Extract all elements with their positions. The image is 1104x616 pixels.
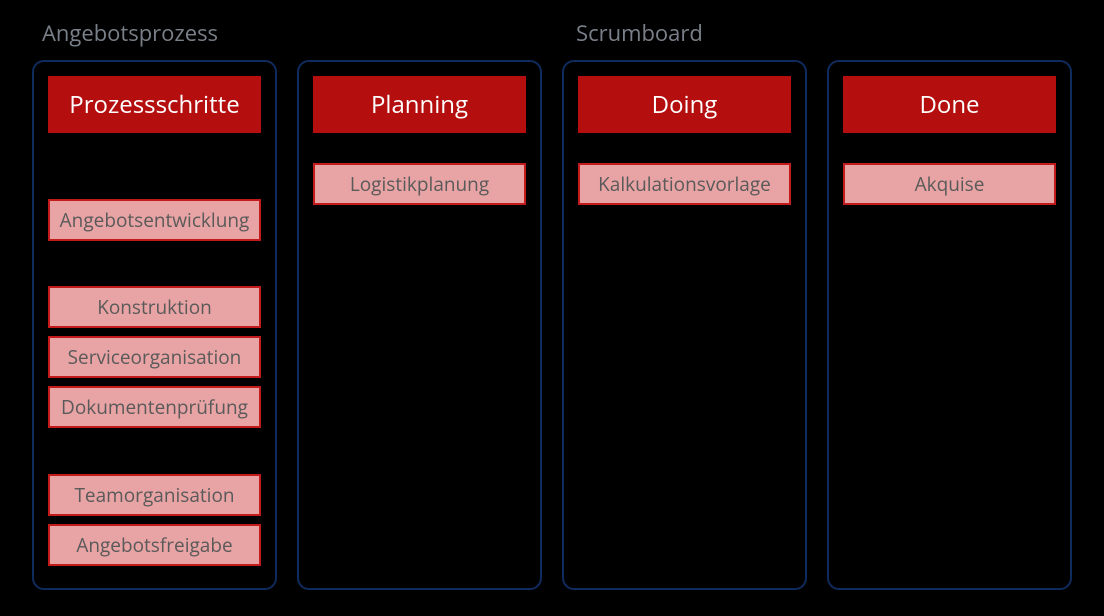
column-doing: Doing Kalkulationsvorlage xyxy=(562,60,807,590)
section-label-right: Scrumboard xyxy=(576,18,703,48)
card[interactable]: Dokumentenprüfung xyxy=(48,386,261,428)
card-slot-empty xyxy=(48,436,261,474)
card-slot-empty xyxy=(48,163,261,199)
card[interactable]: Teamorganisation xyxy=(48,474,261,516)
card-slot-empty xyxy=(48,249,261,287)
column-done: Done Akquise xyxy=(827,60,1072,590)
card[interactable]: Logistikplanung xyxy=(313,163,526,205)
column-header: Doing xyxy=(578,76,791,133)
card[interactable]: Konstruktion xyxy=(48,286,261,328)
column-prozessschritte: Prozessschritte Angebotsentwicklung Kons… xyxy=(32,60,277,590)
column-header: Planning xyxy=(313,76,526,133)
section-label-left: Angebotsprozess xyxy=(42,18,218,48)
card[interactable]: Serviceorganisation xyxy=(48,336,261,378)
column-header: Done xyxy=(843,76,1056,133)
card[interactable]: Akquise xyxy=(843,163,1056,205)
card[interactable]: Angebotsentwicklung xyxy=(48,199,261,241)
board-columns: Prozessschritte Angebotsentwicklung Kons… xyxy=(32,60,1072,590)
column-planning: Planning Logistikplanung xyxy=(297,60,542,590)
column-header: Prozessschritte xyxy=(48,76,261,133)
card[interactable]: Kalkulationsvorlage xyxy=(578,163,791,205)
card[interactable]: Angebotsfreigabe xyxy=(48,524,261,566)
